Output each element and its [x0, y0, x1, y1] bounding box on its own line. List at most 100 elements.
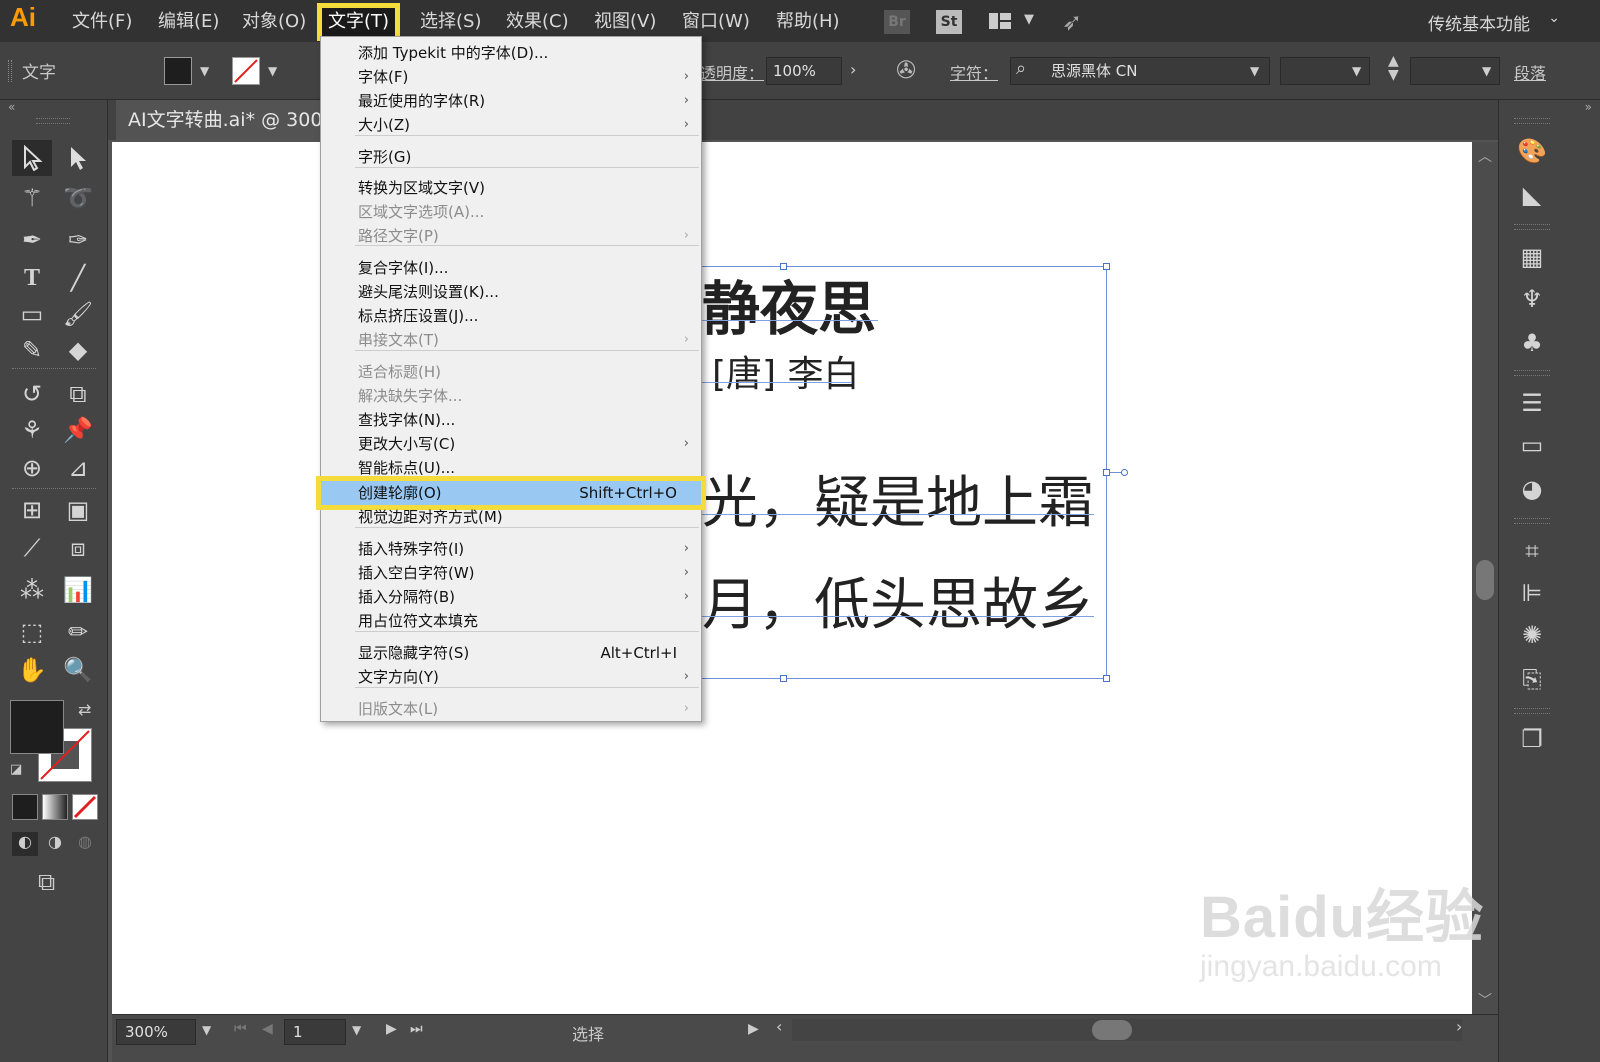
- menu-item-18[interactable]: 视觉边距对齐方式(M): [321, 505, 701, 529]
- frame-handle-bottom[interactable]: [780, 675, 787, 682]
- recolor-artwork-icon[interactable]: ✇: [896, 56, 916, 84]
- menu-item-16[interactable]: 智能标点(U)...: [321, 456, 701, 480]
- workspace-switcher[interactable]: 传统基本功能: [1428, 10, 1530, 35]
- menu-view[interactable]: 视图(V): [588, 8, 662, 36]
- frame-handle-top-right[interactable]: [1103, 263, 1110, 270]
- character-label[interactable]: 字符：: [950, 60, 998, 84]
- prev-artboard-icon[interactable]: ◀: [262, 1021, 273, 1037]
- font-size-dropdown-icon[interactable]: ▼: [1482, 64, 1491, 78]
- frame-out-port[interactable]: [1121, 469, 1128, 476]
- draw-normal-icon[interactable]: ◐: [12, 832, 38, 856]
- color-mode-button[interactable]: [12, 794, 38, 820]
- tools-grip[interactable]: [36, 118, 70, 124]
- zoom-icon[interactable]: 🔍: [58, 652, 98, 688]
- font-style-dropdown-icon[interactable]: ▼: [1352, 64, 1361, 78]
- poem-line-2[interactable]: 月，低头思故乡: [702, 560, 1094, 641]
- menu-item-8[interactable]: 复合字体(I)...: [321, 256, 701, 280]
- stock-icon[interactable]: St: [936, 10, 962, 34]
- menu-item-1[interactable]: 字体(F) ›: [321, 65, 701, 89]
- type-icon[interactable]: T: [12, 260, 52, 296]
- zoom-dropdown-icon[interactable]: ▼: [202, 1023, 211, 1037]
- collapse-dock-icon[interactable]: »: [1585, 100, 1592, 114]
- menu-item-23[interactable]: 显示隐藏字符(S) Alt+Ctrl+I: [321, 641, 701, 665]
- stroke-dropdown-icon[interactable]: ▼: [268, 64, 277, 78]
- color-panel-icon[interactable]: 🎨: [1515, 134, 1549, 168]
- paintbrush-icon[interactable]: 🖌: [58, 296, 98, 332]
- scroll-thumb[interactable]: [1476, 560, 1494, 600]
- slice-icon[interactable]: ✏: [58, 614, 98, 650]
- pathfinder-panel-icon[interactable]: ✺: [1515, 618, 1549, 652]
- scale-icon[interactable]: ⧉: [58, 376, 98, 412]
- menu-item-14[interactable]: 查找字体(N)...: [321, 408, 701, 432]
- line-icon[interactable]: ╱: [58, 260, 98, 296]
- stroke-swatch[interactable]: [232, 57, 260, 85]
- menu-help[interactable]: 帮助(H): [770, 8, 846, 36]
- direct-selection-tool[interactable]: [58, 140, 98, 176]
- fill-color-box[interactable]: [10, 700, 64, 754]
- menu-item-3[interactable]: 大小(Z) ›: [321, 113, 701, 137]
- lasso-icon[interactable]: ➰: [58, 180, 98, 216]
- menu-item-0[interactable]: 添加 Typekit 中的字体(D)...: [321, 41, 701, 65]
- dock-grip[interactable]: [1514, 518, 1550, 524]
- selection-tool[interactable]: [12, 140, 52, 176]
- hand-icon[interactable]: ✋: [12, 652, 52, 688]
- font-family-input[interactable]: 思源黑体 CN: [1010, 57, 1270, 85]
- menu-file[interactable]: 文件(F): [66, 8, 138, 36]
- menu-window[interactable]: 窗口(W): [676, 8, 756, 36]
- shape-builder-icon[interactable]: ⊕: [12, 450, 52, 486]
- gradient-panel-icon[interactable]: ▭: [1515, 428, 1549, 462]
- eyedropper-icon[interactable]: ⟋: [12, 530, 52, 566]
- artboard-icon[interactable]: ⬚: [12, 614, 52, 650]
- align-panel-icon[interactable]: ⊫: [1515, 576, 1549, 610]
- menu-item-20[interactable]: 插入空白字符(W) ›: [321, 561, 701, 585]
- layers-panel-icon[interactable]: ❐: [1515, 722, 1549, 756]
- warp-icon[interactable]: ⚘: [12, 412, 52, 448]
- opacity-label[interactable]: 透明度：: [700, 60, 764, 84]
- gradient-mode-button[interactable]: [42, 794, 68, 820]
- menu-item-24[interactable]: 文字方向(Y) ›: [321, 665, 701, 689]
- menu-item-21[interactable]: 插入分隔符(B) ›: [321, 585, 701, 609]
- poem-author[interactable]: [唐] 李白: [712, 345, 860, 397]
- mesh-icon[interactable]: ⊞: [12, 492, 52, 528]
- draw-inside-icon[interactable]: ◍: [72, 832, 98, 856]
- next-artboard-icon[interactable]: ▶: [386, 1021, 397, 1037]
- screen-mode-icon[interactable]: ⧉: [38, 868, 55, 896]
- menu-object[interactable]: 对象(O): [236, 8, 312, 36]
- draw-behind-icon[interactable]: ◑: [42, 832, 68, 856]
- scroll-left-icon[interactable]: ‹: [776, 1017, 782, 1036]
- font-search-icon[interactable]: ⌕: [1016, 58, 1026, 79]
- menu-item-2[interactable]: 最近使用的字体(R) ›: [321, 89, 701, 113]
- scroll-right-icon[interactable]: ›: [1456, 1017, 1462, 1036]
- last-artboard-icon[interactable]: ⏭: [410, 1021, 423, 1037]
- status-menu-icon[interactable]: ▶: [748, 1021, 759, 1037]
- menu-edit[interactable]: 编辑(E): [152, 8, 225, 36]
- menu-item-19[interactable]: 插入特殊字符(I) ›: [321, 537, 701, 561]
- blend-icon[interactable]: ⧈: [58, 530, 98, 566]
- default-colors-icon[interactable]: ◪: [10, 762, 26, 778]
- gpu-rocket-icon[interactable]: ➶: [1062, 8, 1082, 36]
- menu-item-22[interactable]: 用占位符文本填充: [321, 609, 701, 633]
- workspace-chevron-icon[interactable]: ⌄: [1548, 10, 1560, 26]
- fill-dropdown-icon[interactable]: ▼: [200, 64, 209, 78]
- gradient-icon[interactable]: ▣: [58, 492, 98, 528]
- transparency-panel-icon[interactable]: ◕: [1515, 472, 1549, 506]
- arrange-documents-icon[interactable]: [988, 12, 1018, 36]
- perspective-icon[interactable]: ⊿: [58, 450, 98, 486]
- artboard-number-input[interactable]: 1: [284, 1019, 346, 1045]
- dock-grip[interactable]: [1514, 370, 1550, 376]
- frame-handle-bottom-right[interactable]: [1103, 675, 1110, 682]
- rectangle-icon[interactable]: ▭: [12, 296, 52, 332]
- shaper-icon[interactable]: ✎: [12, 332, 52, 368]
- menu-effect[interactable]: 效果(C): [500, 8, 575, 36]
- font-family-dropdown-icon[interactable]: ▼: [1250, 64, 1259, 78]
- transform-panel-icon[interactable]: ⌗: [1515, 534, 1549, 568]
- eraser-icon[interactable]: ◆: [58, 332, 98, 368]
- horizontal-scroll-thumb[interactable]: [1092, 1020, 1132, 1040]
- asset-export-icon[interactable]: ⎘: [1515, 662, 1549, 696]
- opacity-input[interactable]: 100%: [766, 57, 842, 85]
- first-artboard-icon[interactable]: ⏮: [234, 1021, 247, 1037]
- magic-wand-icon[interactable]: ⚚: [12, 180, 52, 216]
- swap-fill-stroke-icon[interactable]: ⇄: [78, 700, 91, 719]
- symbols-panel-icon[interactable]: ♣: [1515, 326, 1549, 360]
- bridge-icon[interactable]: Br: [884, 10, 910, 34]
